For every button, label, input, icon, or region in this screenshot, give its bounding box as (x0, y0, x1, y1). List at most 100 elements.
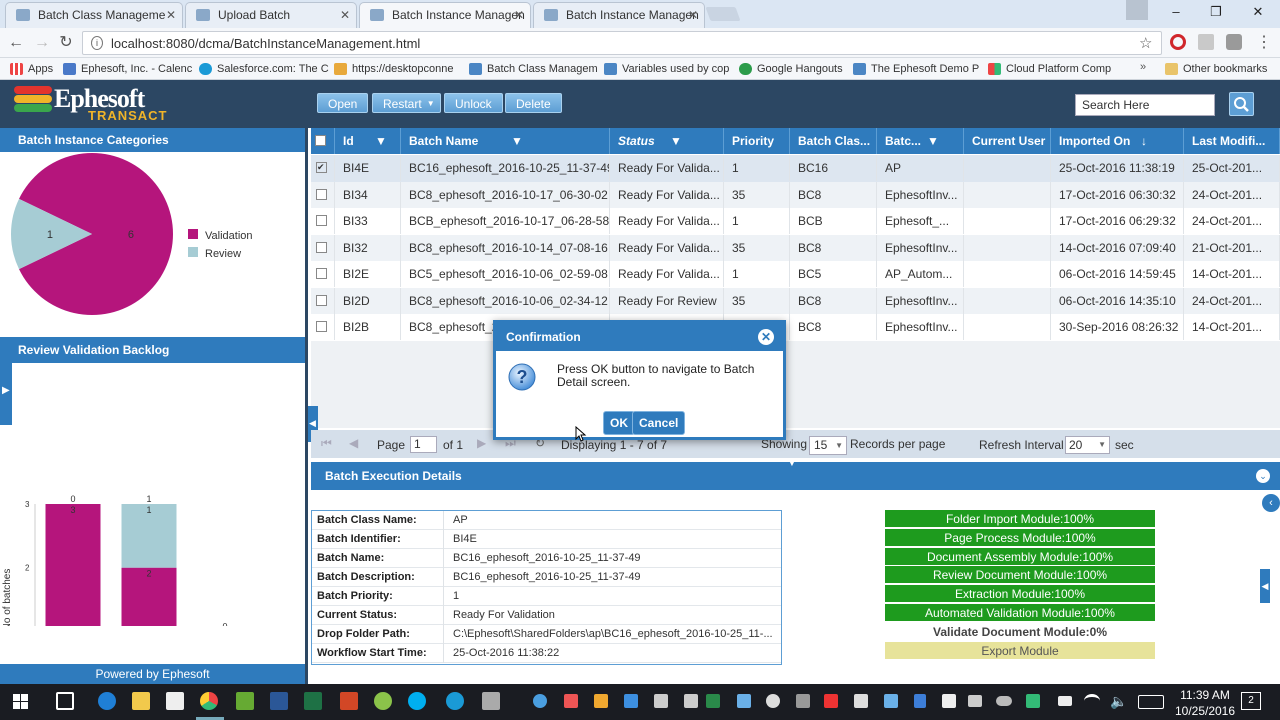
first-page-icon[interactable]: ⏮ (321, 436, 332, 451)
bookmark-item[interactable]: Batch Class Managem (469, 61, 598, 77)
column-status[interactable]: Status ▼ (610, 128, 724, 154)
windows-start-icon[interactable] (13, 694, 29, 710)
bookmark-folder[interactable]: Other bookmarks (1165, 61, 1267, 77)
bookmark-item[interactable]: Cloud Platform Comp (988, 61, 1111, 77)
tray-icon[interactable] (942, 694, 956, 708)
tray-icon[interactable] (737, 694, 751, 708)
star-icon[interactable]: ☆ (1139, 34, 1152, 52)
tray-icon[interactable] (654, 694, 668, 708)
previous-page-icon[interactable]: ◀ (349, 436, 358, 450)
row-checkbox[interactable] (316, 215, 327, 226)
filter-icon[interactable]: ▼ (375, 128, 387, 154)
word-icon[interactable] (270, 692, 288, 710)
row-checkbox[interactable] (316, 188, 327, 200)
back-arrow-icon[interactable]: ← (6, 33, 26, 53)
refresh-interval-select[interactable]: 20 ▼ (1065, 436, 1110, 454)
row-select-cell[interactable] (311, 181, 335, 208)
close-icon[interactable]: ✕ (166, 3, 176, 27)
close-icon[interactable]: ✕ (514, 3, 524, 27)
volume-icon[interactable]: 🔈 (1110, 693, 1127, 710)
skype-icon[interactable] (408, 692, 426, 710)
ok-button[interactable]: OK (603, 411, 635, 435)
column-batch-class[interactable]: Batch Clas... (790, 128, 877, 154)
notifications-icon[interactable]: 2 (1241, 692, 1261, 710)
browser-tab-active[interactable]: Batch Instance Managen ✕ (359, 2, 531, 28)
row-checkbox[interactable]: ✔ (316, 162, 327, 173)
more-bookmarks-icon[interactable]: » (1140, 61, 1146, 73)
bookmark-item[interactable]: The Ephesoft Demo P (853, 61, 979, 77)
tray-icon[interactable] (854, 694, 868, 708)
address-bar[interactable]: i localhost:8080/dcma/BatchInstanceManag… (82, 31, 1162, 55)
bookmark-item[interactable]: Google Hangouts (739, 61, 843, 77)
open-button[interactable]: Open (317, 93, 369, 113)
delete-button[interactable]: Delete (505, 93, 562, 113)
battery-icon[interactable] (1058, 696, 1072, 706)
tray-icon[interactable] (766, 694, 780, 708)
tray-icon[interactable] (564, 694, 578, 708)
select-all-cell[interactable] (311, 128, 335, 154)
close-icon[interactable]: ✕ (340, 3, 350, 27)
column-imported-on[interactable]: Imported On ↓ (1051, 128, 1184, 154)
table-row[interactable]: BI34 BC8_ephesoft_2016-10-17_06-30-02 Read… (311, 181, 1280, 208)
store-icon[interactable] (166, 692, 184, 710)
row-select-cell[interactable] (311, 261, 335, 287)
clock-time[interactable]: 11:39 AM (1175, 688, 1235, 702)
row-select-cell[interactable] (311, 314, 335, 340)
bookmark-item[interactable]: Ephesoft, Inc. - Calenc (63, 61, 192, 77)
column-last-modified[interactable]: Last Modifi... (1184, 128, 1280, 154)
bar-validation[interactable] (45, 504, 101, 626)
menu-icon[interactable]: ⋮ (1256, 32, 1272, 52)
tray-icon[interactable] (594, 694, 608, 708)
powerpoint-icon[interactable] (340, 692, 358, 710)
row-checkbox[interactable] (316, 268, 327, 279)
column-current-user[interactable]: Current User (964, 128, 1051, 154)
tray-icon[interactable] (824, 694, 838, 708)
wifi-icon[interactable] (1084, 694, 1100, 708)
browser-tab[interactable]: Batch Class Manageme ✕ (5, 2, 183, 28)
clock-date[interactable]: 10/25/2016 (1170, 704, 1240, 718)
search-input[interactable]: Search Here (1075, 94, 1215, 116)
forward-arrow-icon[interactable]: → (32, 33, 52, 53)
opera-extension-icon[interactable] (1170, 34, 1186, 50)
row-select-cell[interactable] (311, 234, 335, 261)
tray-icon[interactable] (884, 694, 898, 708)
bluetooth-icon[interactable] (914, 694, 926, 708)
unlock-button[interactable]: Unlock (444, 93, 503, 113)
page-input[interactable]: 1 (410, 436, 437, 453)
extension-icon[interactable] (1198, 34, 1214, 50)
row-select-cell[interactable] (311, 208, 335, 234)
tray-icon[interactable] (533, 694, 547, 708)
tray-icon[interactable] (796, 694, 810, 708)
filter-icon[interactable]: ▼ (511, 128, 523, 154)
maximize-button[interactable]: ❐ (1206, 4, 1226, 22)
column-priority[interactable]: Priority (724, 128, 790, 154)
window-close-button[interactable]: ✕ (1248, 4, 1268, 22)
restart-button[interactable]: Restart ▼ (372, 93, 441, 113)
next-page-icon[interactable]: ▶ (477, 436, 486, 450)
tray-icon[interactable] (684, 694, 698, 708)
table-row[interactable]: BI2E BC5_ephesoft_2016-10-06_02-59-08 Read… (311, 261, 1280, 288)
column-batch-name[interactable]: Batch Name ▼ (401, 128, 610, 154)
app-icon[interactable] (374, 692, 392, 710)
table-row[interactable]: BI32 BC8_ephesoft_2016-10-14_07-08-16 Read… (311, 234, 1280, 261)
tray-icon[interactable] (968, 695, 982, 707)
row-checkbox[interactable] (316, 294, 327, 306)
cancel-button[interactable]: Cancel (632, 411, 686, 435)
edge-browser-icon[interactable] (98, 692, 116, 710)
page-size-select[interactable]: 15 ▼ (809, 436, 847, 455)
table-row[interactable]: BI33 BCB_ephesoft_2016-10-17_06-28-58 Read… (311, 208, 1280, 235)
table-row[interactable]: BI2B BC8_ephesoft_20 BC8 EphesoftInv... 30-S… (311, 314, 1280, 341)
chrome-icon[interactable] (200, 692, 218, 710)
filter-icon[interactable]: ▼ (670, 128, 682, 154)
minimize-button[interactable]: – (1166, 4, 1186, 22)
dropbox-icon[interactable] (624, 694, 638, 708)
profile-icon[interactable] (1126, 0, 1148, 20)
filter-icon[interactable]: ▼ (927, 128, 939, 154)
bookmark-item[interactable]: Salesforce.com: The C (199, 61, 329, 77)
column-batch-description[interactable]: Batc... ▼ (877, 128, 964, 154)
tray-icon[interactable] (1026, 694, 1040, 708)
column-id[interactable]: Id ▼ (335, 128, 401, 154)
bookmark-apps[interactable]: Apps (10, 61, 53, 77)
table-row[interactable]: BI2D BC8_ephesoft_2016-10-06_02-34-12 Read… (311, 287, 1280, 314)
info-icon[interactable]: i (91, 36, 103, 50)
